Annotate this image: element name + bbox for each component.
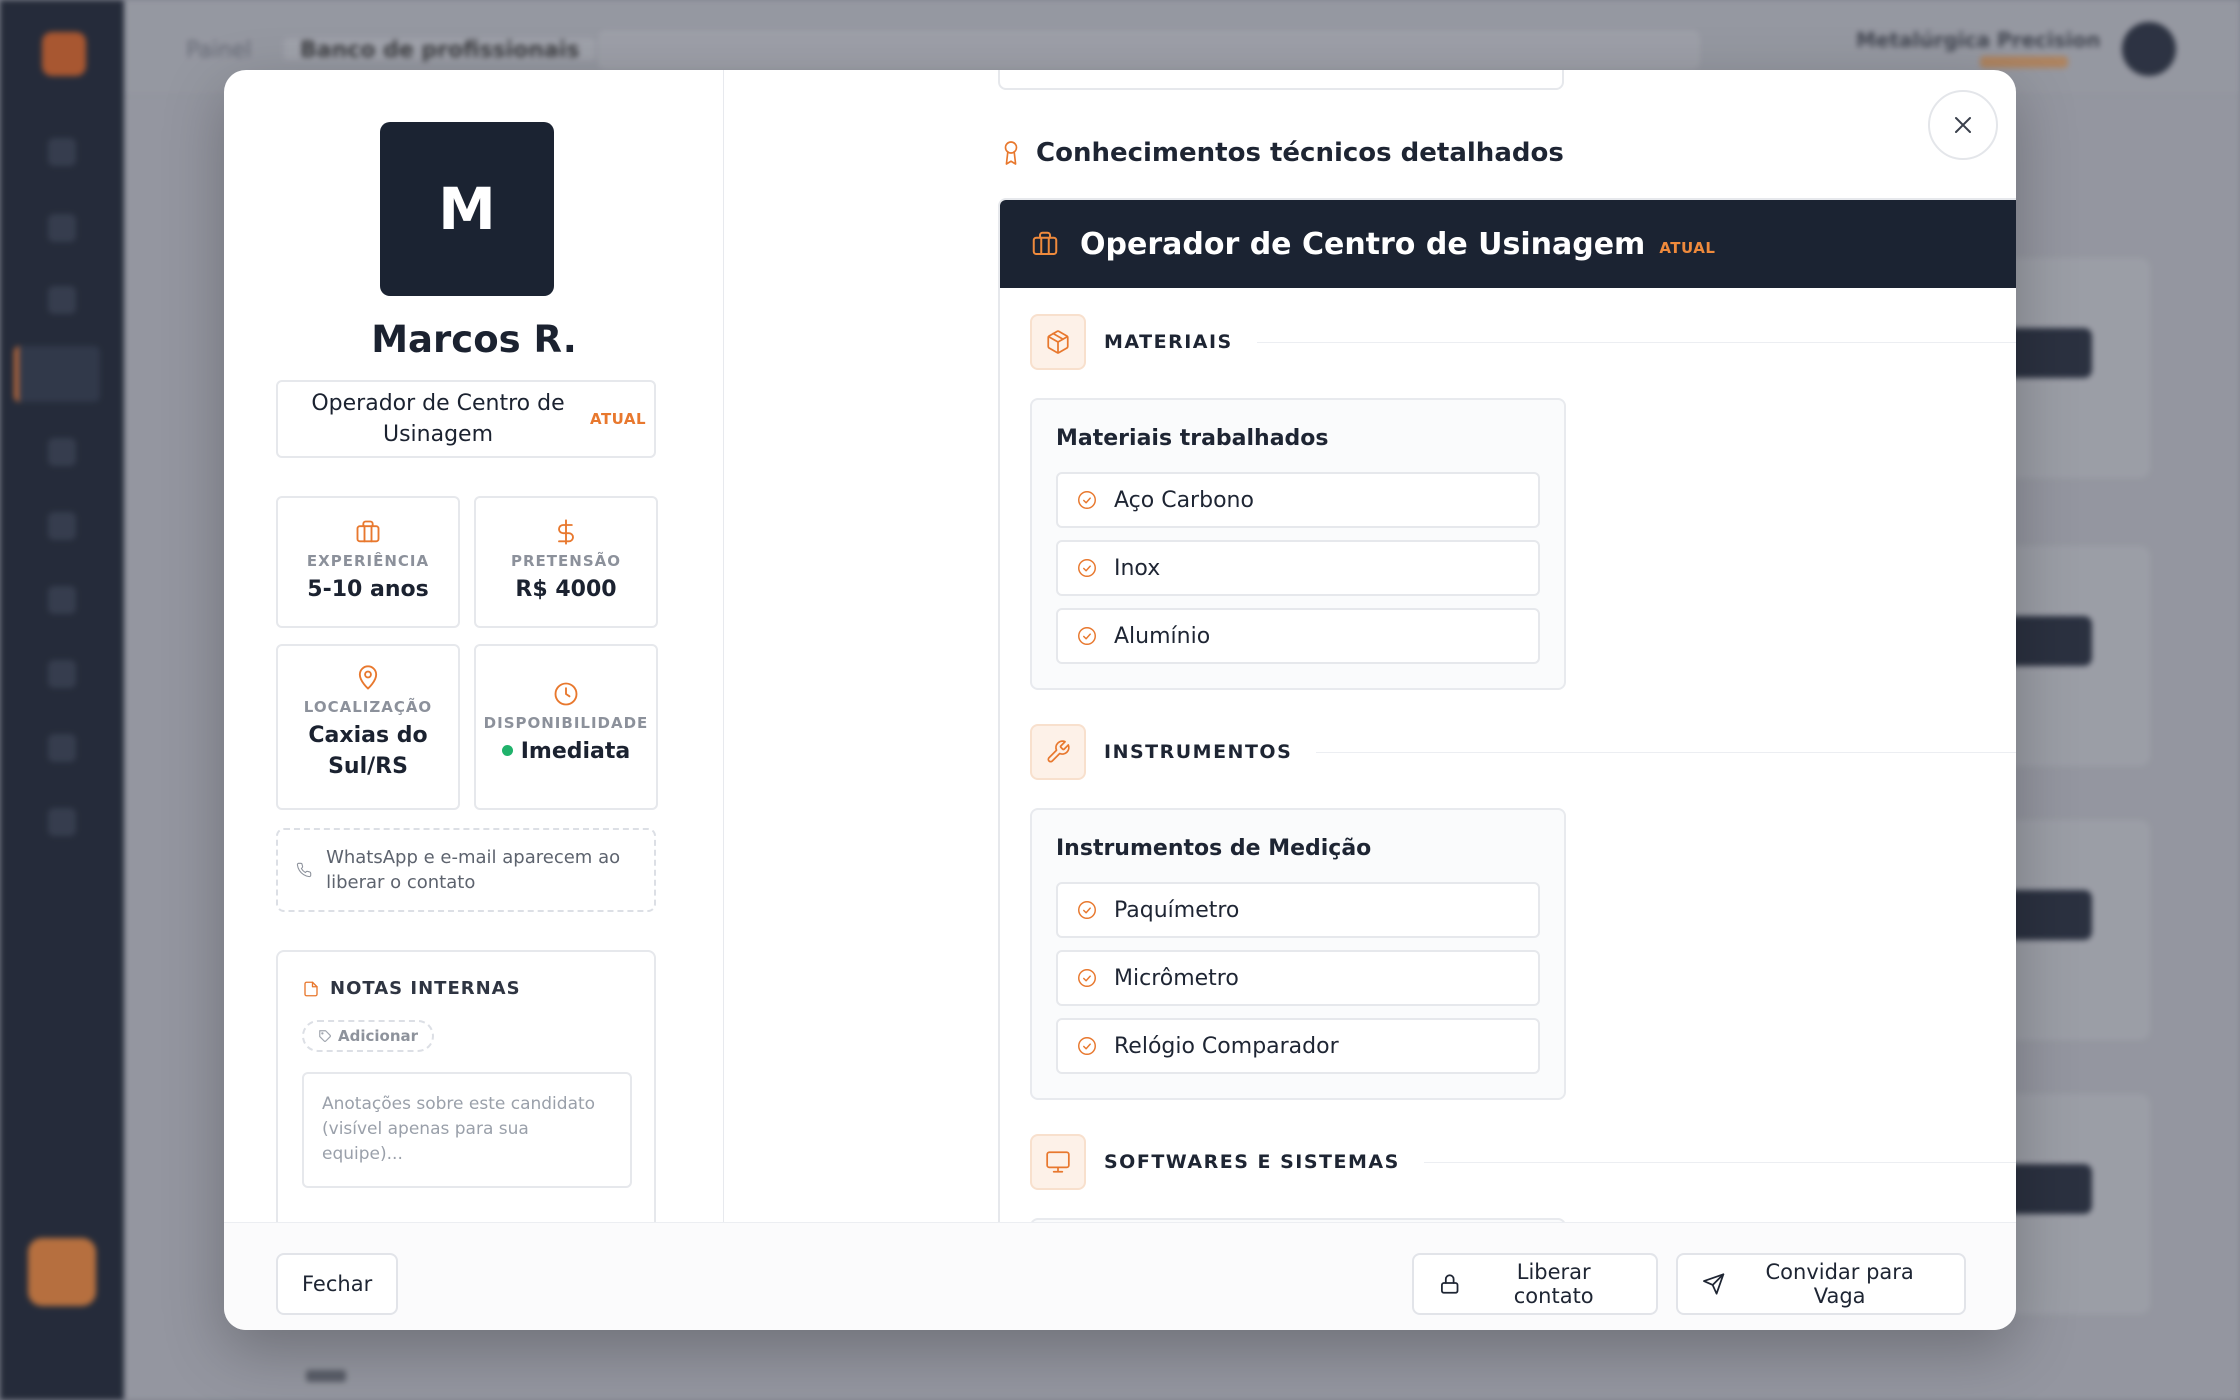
unlock-contact-button[interactable]: Liberar contato [1412, 1253, 1658, 1315]
lock-icon [1441, 1274, 1459, 1294]
stat-label: EXPERIÊNCIA [306, 552, 430, 570]
internal-notes-title-row: NOTAS INTERNAS [302, 978, 521, 999]
skill-chip-label: Alumínio [1114, 623, 1211, 649]
map-pin-icon [358, 665, 378, 690]
skill-chip-label: Relógio Comparador [1114, 1033, 1339, 1059]
monitor-icon [1046, 1151, 1070, 1173]
stat-availability: DISPONIBILIDADE Imediata [474, 644, 658, 810]
close-button[interactable]: Fechar [276, 1253, 399, 1315]
stat-value: Caxias do Sul/RS [308, 723, 428, 779]
briefcase-icon [356, 520, 380, 543]
check-circle-icon [1078, 901, 1096, 919]
internal-notes-input[interactable] [302, 1072, 632, 1188]
knowledge-panel[interactable]: Conhecimentos técnicos detalhados Operad… [724, 70, 2016, 1222]
add-tag-label: Adicionar [338, 1027, 419, 1045]
skill-chip: Alumínio [1056, 608, 1540, 664]
category-header-instruments: INSTRUMENTOS [1030, 724, 2016, 780]
briefcase-icon [1032, 231, 1058, 255]
job-current-tag: ATUAL [1659, 239, 1716, 257]
check-circle-icon [1078, 1037, 1096, 1055]
stat-value-wrapper: Imediata [476, 736, 656, 767]
box-icon [1047, 330, 1069, 354]
clock-icon [554, 682, 578, 706]
skill-chip: Paquímetro [1056, 882, 1540, 938]
unlock-contact-label: Liberar contato [1513, 1260, 1594, 1308]
skill-chip-label: Aço Carbono [1114, 487, 1254, 513]
wrench-icon [1047, 740, 1070, 763]
job-title: Operador de Centro de Usinagem [1080, 226, 1646, 262]
candidate-modal: M Marcos R. Operador de Centro de Usinag… [224, 70, 2016, 1330]
invite-to-job-button[interactable]: Convidar para Vaga [1676, 1253, 1966, 1315]
candidate-profile-panel: M Marcos R. Operador de Centro de Usinag… [224, 70, 724, 1232]
stat-experience: EXPERIÊNCIA 5-10 anos [276, 496, 460, 628]
category-label: INSTRUMENTOS [1104, 741, 1293, 763]
category-header-software: SOFTWARES E SISTEMAS [1030, 1134, 2016, 1190]
stat-label: LOCALIZAÇÃO [303, 698, 433, 716]
previous-section-stub [998, 70, 1564, 90]
category-icon-box [1030, 724, 1086, 780]
category-label: MATERIAIS [1104, 331, 1233, 353]
category-label: SOFTWARES E SISTEMAS [1104, 1151, 1400, 1173]
contact-hint: WhatsApp e e-mail aparecem ao liberar o … [276, 828, 656, 912]
skill-group-materials: Materiais trabalhados Aço Carbono Inox A… [1030, 398, 1566, 690]
phone-icon [296, 862, 312, 878]
add-tag-button[interactable]: Adicionar [302, 1020, 435, 1052]
stat-value: 5-10 anos [307, 577, 429, 602]
check-circle-icon [1078, 969, 1096, 987]
knowledge-section-title: Conhecimentos técnicos detalhados [1036, 138, 1564, 168]
skill-chip: Micrômetro [1056, 950, 1540, 1006]
internal-notes-title: NOTAS INTERNAS [330, 978, 521, 999]
category-divider [1423, 1161, 2016, 1163]
check-circle-icon [1078, 559, 1096, 577]
category-icon-box [1030, 314, 1086, 370]
skill-chip: Inox [1056, 540, 1540, 596]
award-icon [1004, 141, 1018, 165]
category-icon-box [1030, 1134, 1086, 1190]
stat-value: Imediata [520, 739, 631, 764]
category-header-materials: MATERIAIS [1030, 314, 2016, 370]
stat-salary: PRETENSÃO R$ 4000 [474, 496, 658, 628]
skill-chip-label: Paquímetro [1114, 897, 1240, 923]
close-icon [1955, 117, 1971, 133]
category-divider [1316, 751, 2016, 753]
skill-group-title: Materiais trabalhados [1056, 426, 1329, 451]
tag-icon [319, 1030, 331, 1042]
check-circle-icon [1078, 491, 1096, 509]
category-divider [1256, 341, 2016, 343]
invite-to-job-label: Convidar para Vaga [1765, 1260, 1914, 1308]
modal-footer: Fechar Liberar contato Convidar para Vag… [224, 1222, 2016, 1330]
internal-notes-card: NOTAS INTERNAS Adicionar [276, 950, 656, 1232]
candidate-name: Marcos R. [371, 318, 577, 361]
job-knowledge-panel: Operador de Centro de Usinagem ATUAL MAT… [998, 198, 2016, 1222]
dollar-icon [558, 519, 574, 545]
stat-location: LOCALIZAÇÃO Caxias do Sul/RS [276, 644, 460, 810]
skill-group-title: Instrumentos de Medição [1056, 836, 1372, 861]
check-circle-icon [1078, 627, 1096, 645]
candidate-avatar: M [380, 122, 554, 296]
stat-value: R$ 4000 [515, 577, 617, 602]
stat-label: DISPONIBILIDADE [483, 714, 649, 732]
close-modal-button[interactable] [1928, 90, 1998, 160]
stat-label: PRETENSÃO [511, 552, 621, 570]
skill-chip-label: Micrômetro [1114, 965, 1239, 991]
current-role-text: Operador de Centro de Usinagem [311, 391, 565, 447]
skill-chip: Relógio Comparador [1056, 1018, 1540, 1074]
current-role-tag: ATUAL [590, 410, 647, 428]
skill-chip-label: Inox [1114, 555, 1161, 581]
file-icon [304, 981, 318, 996]
contact-hint-text: WhatsApp e e-mail aparecem ao liberar o … [326, 847, 621, 893]
knowledge-section-header: Conhecimentos técnicos detalhados [1000, 138, 1564, 168]
skill-chip: Aço Carbono [1056, 472, 1540, 528]
skill-group-instruments: Instrumentos de Medição Paquímetro Micrô… [1030, 808, 1566, 1100]
current-role-box: Operador de Centro de Usinagem ATUAL [276, 380, 656, 458]
send-icon [1703, 1273, 1725, 1295]
availability-dot [501, 744, 513, 756]
job-header: Operador de Centro de Usinagem ATUAL [1000, 200, 2016, 288]
